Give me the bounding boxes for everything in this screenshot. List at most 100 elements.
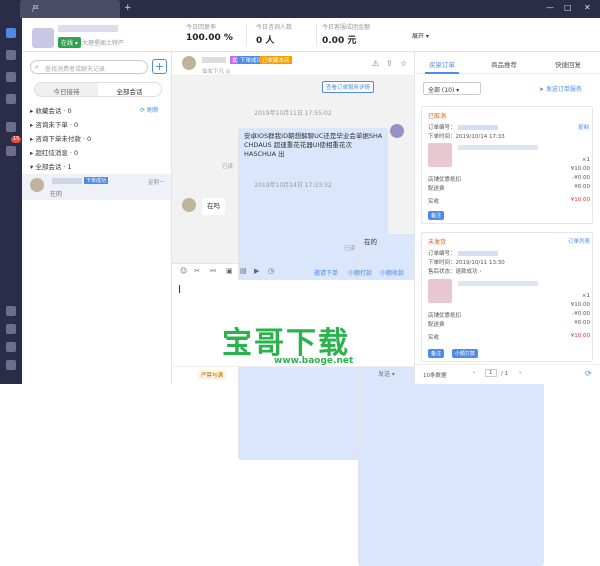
expand-button[interactable]: 展开 ▾ xyxy=(412,31,429,40)
send-button[interactable]: 发送 ▾ xyxy=(378,369,395,378)
stats-nav-icon[interactable] xyxy=(6,94,16,104)
window-tab[interactable]: 严 xyxy=(20,0,120,18)
order-number-label: 订单编号： xyxy=(428,251,456,257)
small-payment-link[interactable]: 小额打款 xyxy=(348,268,372,277)
refresh-icon[interactable]: ⟳ xyxy=(585,369,592,378)
settings-nav-icon[interactable] xyxy=(6,360,16,370)
note-button[interactable]: 备注 xyxy=(428,211,445,220)
layout-nav-icon[interactable] xyxy=(6,306,16,316)
conversation-item[interactable]: 下单成功 星期一 在的 xyxy=(22,174,171,200)
redacted xyxy=(457,251,498,256)
page-input[interactable]: 1 xyxy=(485,369,497,377)
order-filter-select[interactable]: 全部 (10) ▾ xyxy=(423,82,481,95)
video-icon[interactable]: ▶ xyxy=(254,267,259,275)
warning-icon[interactable]: ⚠ xyxy=(372,59,379,68)
after-sale-status[interactable]: 售后状态：退款成功 › xyxy=(428,267,481,275)
tab-recommend[interactable]: 商品推荐 xyxy=(491,59,517,69)
image-icon[interactable]: ▣ xyxy=(226,267,233,275)
history-icon[interactable]: ◷ xyxy=(268,267,274,275)
divider xyxy=(246,24,247,46)
paid-value: ¥10.00 xyxy=(570,197,590,203)
agent-avatar xyxy=(390,124,404,138)
group-no-order[interactable]: ▸ 咨询未下单 · 0 xyxy=(30,119,78,129)
watermark-url: www.baoge.net xyxy=(274,356,354,366)
chat-footer: 严禁与满 发送 ▾ xyxy=(172,366,414,384)
sound-nav-icon[interactable] xyxy=(6,146,16,156)
star-icon[interactable]: ☆ xyxy=(400,59,407,68)
link-icon[interactable]: ⚯ xyxy=(210,267,216,275)
shop-subtitle: 大理堡阁土特产 xyxy=(82,40,125,47)
doc-nav-icon[interactable] xyxy=(6,324,16,334)
view-order-button[interactable]: 查看订单服务详情 xyxy=(322,81,375,93)
minimize-button[interactable]: — xyxy=(546,3,554,12)
group-alerts[interactable]: ▸ 超红炫消息 · 0 xyxy=(30,147,78,157)
stat-value: 0 人 xyxy=(256,36,275,46)
discount-label: 店铺优惠抵扣 xyxy=(428,313,462,319)
file-icon[interactable]: ▤ xyxy=(240,267,247,275)
product-thumbnail xyxy=(428,279,452,303)
customer-avatar xyxy=(182,198,196,212)
shop-header: 在线 ▾ 大理堡阁土特产 今日回复率 100.00 % 今日咨询人数 0 人 今日客… xyxy=(22,18,600,52)
paid-value: ¥10.00 xyxy=(570,333,590,339)
search-placeholder: 查找消费者或聊天记录 xyxy=(45,66,106,73)
scissors-icon[interactable]: ✂ xyxy=(194,267,200,275)
maximize-button[interactable]: □ xyxy=(564,3,572,12)
quantity: ×1 xyxy=(581,293,590,299)
group-unpaid[interactable]: ▸ 咨询下单未付款 · 0 xyxy=(30,133,91,143)
order-list-link[interactable]: 订单列表 xyxy=(568,237,590,245)
conversation-tabs: 今日接待 全部会话 xyxy=(34,82,162,97)
price: ¥10.00 xyxy=(570,302,590,308)
tab-all[interactable]: 全部会话 xyxy=(98,83,161,96)
customer-nickname: 仙女下凡 ◎ xyxy=(202,69,231,75)
message-bubble: 在吗 xyxy=(202,198,225,215)
note-button[interactable]: 备注 xyxy=(428,349,445,358)
order-status: 已取消 xyxy=(428,113,447,120)
tab-today[interactable]: 今日接待 xyxy=(35,83,98,96)
close-button[interactable]: ✕ xyxy=(584,3,591,12)
group-favorites[interactable]: ▸ 收藏会话 · 0 xyxy=(30,105,72,115)
page-total: / 1 xyxy=(501,371,509,377)
small-payment-button[interactable]: 小额打款 xyxy=(452,349,479,358)
timestamp: 2019年10月14日 17:33:32 xyxy=(254,182,332,189)
share-icon[interactable]: ⇪ xyxy=(386,59,393,68)
order-number: 订单编号： xyxy=(428,249,498,257)
refresh-button[interactable]: ⟳ 刷新 xyxy=(140,105,159,114)
home-nav-icon[interactable] xyxy=(6,342,16,352)
tab-buyer-orders[interactable]: 买家订单 xyxy=(429,59,455,69)
bag-nav-icon[interactable] xyxy=(6,72,16,82)
shipping-value: ¥0.00 xyxy=(574,184,590,190)
favorite-tag: 已收藏本店 xyxy=(260,56,292,64)
order-time: 下单时间：2019/10/14 17:33 xyxy=(428,134,505,140)
tab-quick-reply[interactable]: 快捷回复 xyxy=(555,59,581,69)
notify-badge: 15 xyxy=(11,136,22,143)
order-time: 下单时间：2019/10/11 13:30 xyxy=(428,260,505,266)
shipping-value: ¥0.00 xyxy=(574,320,590,326)
emoji-icon[interactable]: ☺ xyxy=(180,267,187,275)
invite-order-link[interactable]: 邀请下单 xyxy=(314,268,338,277)
active-tab-indicator xyxy=(425,72,459,74)
notify-nav-icon[interactable] xyxy=(6,122,16,132)
contacts-nav-icon[interactable] xyxy=(6,50,16,60)
product-thumbnail xyxy=(428,143,452,167)
read-receipt: 已读 xyxy=(344,246,356,252)
prev-page-icon[interactable]: ‹ xyxy=(473,370,475,376)
stat-label: 今日客服成团金额 xyxy=(322,24,371,31)
group-all[interactable]: ▾ 全部会话 · 1 xyxy=(30,161,72,171)
shop-name xyxy=(58,25,118,32)
copy-button[interactable]: 复制 xyxy=(578,123,589,131)
order-number-label: 订单编号： xyxy=(428,125,456,131)
search-input[interactable]: ⌕ 查找消费者或聊天记录 xyxy=(30,60,148,74)
timestamp: 2019年10月11日 17:55:02 xyxy=(254,110,332,117)
add-button[interactable]: + xyxy=(152,59,167,74)
send-order-link[interactable]: ➤ 发送订单服务 xyxy=(539,84,582,93)
next-page-icon[interactable]: › xyxy=(519,370,521,376)
chat-nav-icon[interactable] xyxy=(6,28,16,38)
online-status[interactable]: 在线 ▾ xyxy=(58,37,81,48)
stat-visitors: 今日咨询人数 0 人 xyxy=(256,22,292,46)
product-name xyxy=(458,281,538,286)
new-tab-button[interactable]: + xyxy=(124,3,132,13)
customer-avatar xyxy=(182,56,196,70)
customer-name xyxy=(52,178,82,184)
small-receive-link[interactable]: 小额收款 xyxy=(380,268,404,277)
order-card: 已取消 订单编号： 复制 下单时间：2019/10/14 17:33 ×1 ¥1… xyxy=(421,106,593,224)
